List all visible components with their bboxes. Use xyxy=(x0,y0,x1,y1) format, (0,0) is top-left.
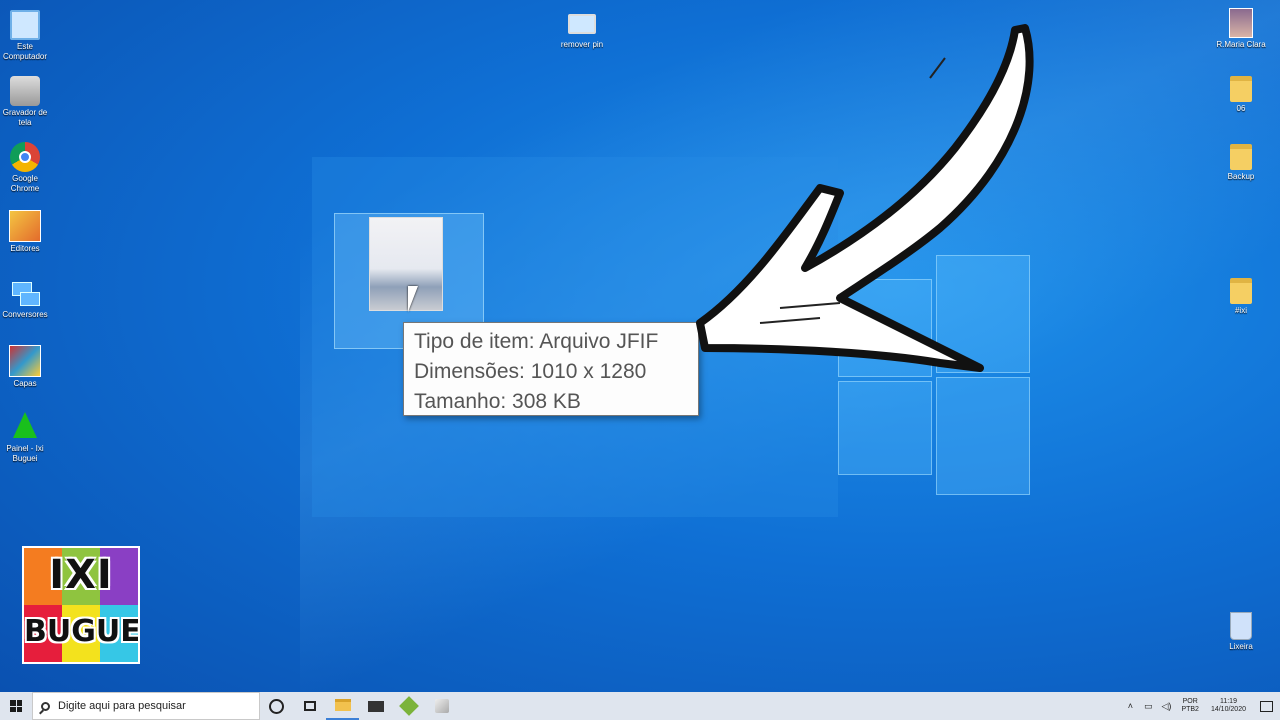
folder-icon xyxy=(1230,144,1252,170)
chevron-up-icon[interactable]: ˄ xyxy=(1121,701,1139,711)
desktop-icon-covers[interactable]: Capas xyxy=(0,345,59,389)
folder-icon xyxy=(1230,278,1252,304)
desktop-icon-label: R.Maria Clara xyxy=(1216,40,1266,49)
panel-shortcut-icon xyxy=(13,412,37,438)
windows-start-icon xyxy=(10,700,22,712)
desktop-icon-label: Gravador de tela xyxy=(2,108,48,127)
desktop-icon-label: Google Chrome xyxy=(10,174,40,193)
desktop-icon-label: Este Computador xyxy=(2,42,48,61)
input-language-indicator[interactable]: POR PTB2 xyxy=(1175,698,1205,714)
search-icon xyxy=(41,701,50,711)
desktop-icon-remover-pin[interactable]: remover pin xyxy=(548,14,616,50)
taskbar-search-box[interactable]: Digite aqui para pesquisar xyxy=(32,692,260,720)
notification-icon xyxy=(1259,700,1273,712)
desktop-icon-label: Conversores xyxy=(2,310,48,319)
desktop-icon-screen-recorder[interactable]: Gravador de tela xyxy=(0,76,59,128)
photo-file-icon xyxy=(1229,8,1253,38)
notification-center-button[interactable] xyxy=(1252,700,1280,712)
taskbar: Digite aqui para pesquisar ˄ ▭ ◁) POR PT… xyxy=(0,692,1280,720)
logo-text-bottom: BUGUEI xyxy=(24,614,140,649)
desktop-icon-folder-ixi[interactable]: #ixi xyxy=(1207,278,1275,316)
desktop-icon-folder-backup[interactable]: Backup xyxy=(1207,144,1275,182)
clock[interactable]: 11:19 14/10/2020 xyxy=(1205,698,1252,714)
task-view-button[interactable] xyxy=(293,692,326,720)
clock-date: 14/10/2020 xyxy=(1210,706,1246,713)
desktop-icon-this-pc[interactable]: Este Computador xyxy=(0,10,59,62)
taskbar-app-button[interactable] xyxy=(392,692,425,720)
file-explorer-icon xyxy=(334,699,351,711)
tooltip-item-type: Tipo de item: Arquivo JFIF xyxy=(414,330,659,353)
network-icon[interactable]: ▭ xyxy=(1139,701,1157,712)
volume-icon[interactable]: ◁) xyxy=(1157,701,1175,712)
desktop-icon-label: Lixeira xyxy=(1229,642,1253,651)
mail-icon xyxy=(367,700,384,712)
desktop-icon-panel-shortcut[interactable]: Painel - Ixi Buguei xyxy=(0,412,59,464)
recycle-bin-icon xyxy=(1230,612,1252,640)
folder-icon xyxy=(1230,76,1252,102)
desktop-icon-folder-06[interactable]: 06 xyxy=(1207,76,1275,114)
tooltip-size: Tamanho: 308 KB xyxy=(414,390,581,413)
desktop-icon-label: Editores xyxy=(10,244,40,253)
screen-recorder-icon xyxy=(10,76,40,106)
task-view-icon xyxy=(303,701,316,711)
remover-pin-icon xyxy=(568,14,596,34)
desktop-icon-converters[interactable]: Conversores xyxy=(0,278,59,320)
start-button[interactable] xyxy=(0,692,32,720)
language-code: POR xyxy=(1182,698,1198,705)
tooltip-dimensions: Dimensões: 1010 x 1280 xyxy=(414,360,647,383)
image-thumbnail xyxy=(369,217,443,311)
desktop-icon-recycle-bin[interactable]: Lixeira xyxy=(1207,612,1275,652)
channel-logo: IXI BUGUEI xyxy=(22,546,140,664)
keyboard-layout: PTB2 xyxy=(1181,706,1199,713)
mail-button[interactable] xyxy=(359,692,392,720)
chrome-icon xyxy=(10,142,40,172)
desktop-icon-label: Capas xyxy=(13,379,37,388)
cortana-button[interactable] xyxy=(260,692,293,720)
covers-icon xyxy=(9,345,41,377)
taskbar-app-button[interactable] xyxy=(425,692,458,720)
desktop-icon-label: 06 xyxy=(1236,104,1246,113)
desktop-icon-editors[interactable]: Editores xyxy=(0,210,59,254)
converters-icon xyxy=(10,278,40,308)
clock-time: 11:19 xyxy=(1219,698,1237,705)
desktop-icon-label: remover pin xyxy=(560,40,604,49)
app-icon xyxy=(398,696,419,716)
desktop-icon-photo-file[interactable]: R.Maria Clara xyxy=(1207,8,1275,50)
computer-icon xyxy=(10,10,40,40)
system-tray: ˄ ▭ ◁) POR PTB2 11:19 14/10/2020 xyxy=(1121,692,1280,720)
desktop-icon-label: Painel - Ixi Buguei xyxy=(6,444,44,463)
search-placeholder: Digite aqui para pesquisar xyxy=(58,700,186,712)
desktop-icon-label: #ixi xyxy=(1234,306,1247,315)
annotation-arrow-icon xyxy=(696,24,1034,372)
file-info-tooltip: Tipo de item: Arquivo JFIF Dimensões: 10… xyxy=(403,322,699,416)
file-explorer-button[interactable] xyxy=(326,692,359,720)
desktop-icon-label: Backup xyxy=(1227,172,1255,181)
editors-icon xyxy=(9,210,41,242)
desktop-icon-chrome[interactable]: Google Chrome xyxy=(0,142,59,194)
logo-text-top: IXI xyxy=(49,552,113,598)
cortana-icon xyxy=(269,698,284,714)
mouse-cursor-icon xyxy=(408,286,418,312)
app-icon xyxy=(434,699,449,713)
